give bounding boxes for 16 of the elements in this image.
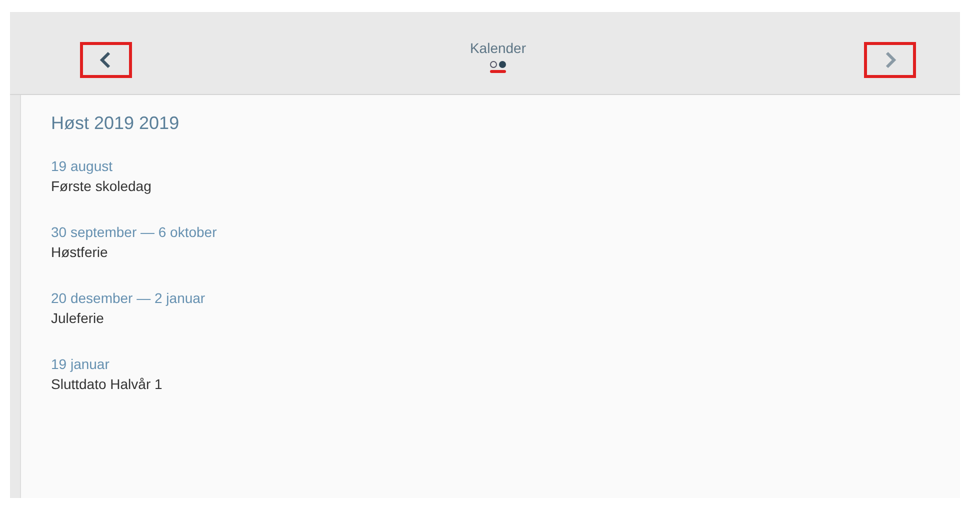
header-title: Kalender — [470, 40, 526, 56]
chevron-left-icon — [99, 51, 113, 69]
event-title: Sluttdato Halvår 1 — [51, 375, 164, 394]
page-dot[interactable] — [490, 60, 497, 68]
next-button[interactable] — [864, 42, 916, 78]
term-heading: Høst 2019 2019 — [51, 113, 180, 134]
event-title: Juleferie — [51, 309, 105, 328]
annotation-underline — [490, 70, 506, 72]
page-dot[interactable] — [498, 60, 506, 68]
event-date: 20 desember — 2 januar — [51, 289, 206, 308]
event-title: Første skoledag — [51, 177, 152, 196]
event-date: 30 september — 6 oktober — [51, 223, 218, 242]
event-date: 19 januar — [51, 355, 110, 374]
event-date: 19 august — [51, 157, 114, 176]
previous-button[interactable] — [80, 42, 132, 78]
event-title: Høstferie — [51, 243, 109, 262]
